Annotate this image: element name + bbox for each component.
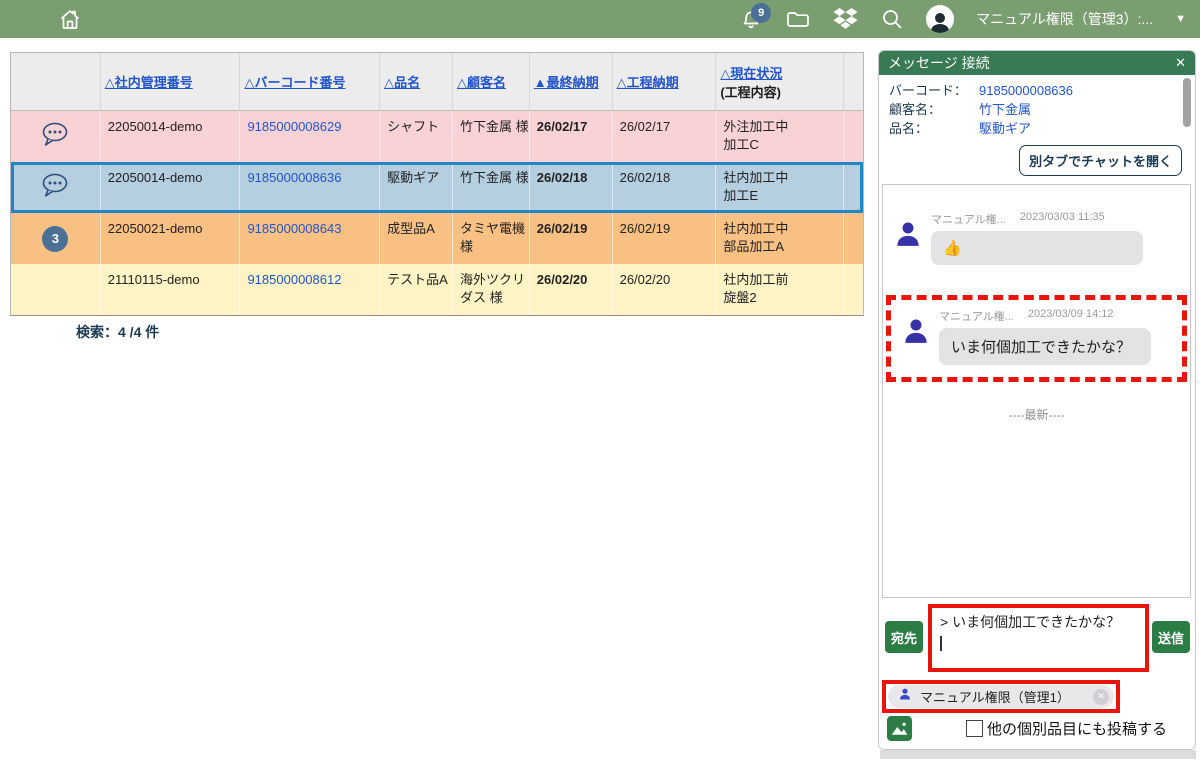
sort-header-customer[interactable]: △顧客名 [457,72,529,91]
recipient-button[interactable]: 宛先 [885,621,923,653]
person-icon [898,687,912,706]
dropbox-icon[interactable] [833,8,858,31]
cell-final-due: 26/02/17 [530,111,613,162]
avatar[interactable] [926,5,954,33]
cell-process-due: 26/02/18 [613,162,717,213]
barcode-link[interactable]: 9185000008636 [247,170,341,185]
chat-bubble-icon[interactable] [40,172,70,204]
table-row[interactable]: 22050014-demo 9185000008629 シャフト 竹下金属 様 … [11,111,863,162]
message-sender: マニュアル権... [931,211,1006,227]
folder-icon[interactable] [785,7,811,31]
highlighted-message-box: マニュアル権... 2023/03/09 14:12 いま何個加工できたかな？ [886,295,1187,382]
cell-item: 駆動ギア [380,162,453,213]
cell-final-due: 26/02/18 [530,162,613,213]
messages-area: マニュアル権... 2023/03/03 11:35 👍 マニュアル権... 2… [882,184,1191,598]
notifications-bell-icon[interactable]: 9 [739,7,763,31]
sort-header-control-no[interactable]: △社内管理番号 [105,72,240,91]
sort-header-final-due[interactable]: ▲最終納期 [534,72,612,91]
cell-customer: 竹下金属 様 [453,162,530,213]
sort-header-status[interactable]: △現在状況 [720,63,843,82]
barcode-label: バーコード： [889,81,979,100]
barcode-link[interactable]: 9185000008612 [247,272,341,287]
table-row[interactable]: 3 22050021-demo 9185000008643 成型品A タミヤ電機… [11,213,863,264]
cell-control-no: 22050014-demo [101,111,241,162]
barcode-link[interactable]: 9185000008643 [247,221,341,236]
sort-header-process-due[interactable]: △工程納期 [617,72,716,91]
attach-image-icon[interactable] [887,716,912,741]
menu-icon[interactable] [14,11,36,27]
chat-message: マニュアル権... 2023/03/03 11:35 👍 [883,211,1190,265]
message-panel-header: メッセージ 接続 ✕ [879,51,1195,75]
message-panel: メッセージ 接続 ✕ バーコード：9185000008636 顧客名：竹下金属 … [878,50,1196,750]
cell-control-no: 22050021-demo [101,213,241,264]
send-button[interactable]: 送信 [1152,621,1190,653]
message-input[interactable]: > いま何個加工できたかな？ [928,604,1149,672]
cell-item: シャフト [380,111,453,162]
message-time: 2023/03/09 14:12 [1028,308,1114,324]
cell-control-no: 22050014-demo [101,162,241,213]
chat-bottom-row: 他の個別品目にも投稿する [887,716,1187,741]
cell-item: 成型品A [380,213,453,264]
search-result-count: 検索：4 /4 件 [76,322,159,342]
cell-status: 社内加工前旋盤2 [716,264,844,315]
thumbs-up-emoji: 👍 [931,231,1143,265]
header-status-sub: (工程内容) [720,82,843,101]
text-cursor [940,636,942,651]
item-value: 駆動ギア [979,119,1031,138]
barcode-value: 9185000008636 [979,81,1073,100]
customer-label: 顧客名： [889,100,979,119]
cell-final-due: 26/02/19 [530,213,613,264]
message-sender: マニュアル権... [939,308,1014,324]
message-time: 2023/03/03 11:35 [1020,211,1105,227]
cell-process-due: 26/02/17 [613,111,717,162]
work-items-table: △社内管理番号 △バーコード番号 △品名 △顧客名 ▲最終納期 △工程納期 △現… [10,52,864,316]
message-panel-title: メッセージ 接続 [888,53,990,73]
customer-value: 竹下金属 [979,100,1031,119]
user-avatar-icon [901,316,931,346]
post-to-other-items-checkbox[interactable]: 他の個別品目にも投稿する [966,718,1167,739]
sort-header-item[interactable]: △品名 [384,72,452,91]
cell-status: 社内加工中加工E [716,162,844,213]
barcode-link[interactable]: 9185000008629 [247,119,341,134]
search-icon[interactable] [880,7,904,31]
cell-status: 外注加工中加工C [716,111,844,162]
open-chat-new-tab-button[interactable]: 別タブでチャットを開く [1019,145,1182,176]
user-avatar-icon [893,219,923,249]
chat-message: マニュアル権... 2023/03/09 14:12 いま何個加工できたかな？ [891,308,1182,365]
item-label: 品名： [889,119,979,138]
cell-status: 社内加工中部品加工A [716,213,844,264]
cell-customer: 竹下金属 様 [453,111,530,162]
table-row[interactable]: 21110115-demo 9185000008612 テスト品A 海外ツクリダ… [11,264,863,315]
panel-bottom-shadow [880,750,1196,759]
recipient-chip[interactable]: マニュアル権限（管理1） ✕ [888,685,1114,708]
scrollbar-thumb[interactable] [1183,78,1191,127]
cell-customer: タミヤ電機 様 [453,213,530,264]
close-icon[interactable]: ✕ [1175,55,1186,71]
remove-recipient-icon[interactable]: ✕ [1093,689,1109,705]
chevron-down-icon[interactable]: ▼ [1175,13,1186,25]
notification-badge: 9 [751,3,771,23]
table-row-selected[interactable]: 22050014-demo 9185000008636 駆動ギア 竹下金属 様 … [11,162,863,213]
cell-process-due: 26/02/19 [613,213,717,264]
header-icon-column [11,53,101,110]
cell-control-no: 21110115-demo [101,264,241,315]
cell-item: テスト品A [380,264,453,315]
item-info-block: バーコード：9185000008636 顧客名：竹下金属 品名：駆動ギア [889,81,1073,138]
unread-count-badge[interactable]: 3 [42,226,68,252]
cell-final-due: 26/02/20 [530,264,613,315]
cell-process-due: 26/02/20 [613,264,717,315]
chat-bubble-icon[interactable] [40,121,70,153]
table-header-row: △社内管理番号 △バーコード番号 △品名 △顧客名 ▲最終納期 △工程納期 △現… [11,53,863,111]
cell-customer: 海外ツクリダス 様 [453,264,530,315]
latest-marker: ----最新---- [883,406,1190,423]
sort-header-barcode[interactable]: △バーコード番号 [244,72,379,91]
home-icon[interactable] [58,7,82,31]
user-menu-label[interactable]: マニュアル権限（管理3）:... [976,9,1153,29]
recipient-chip-highlight: マニュアル権限（管理1） ✕ [882,680,1120,713]
message-text: いま何個加工できたかな？ [939,328,1151,365]
topbar: 9 マニュアル権限（管理3）:... ▼ [0,0,1200,38]
checkbox-box[interactable] [966,720,983,737]
